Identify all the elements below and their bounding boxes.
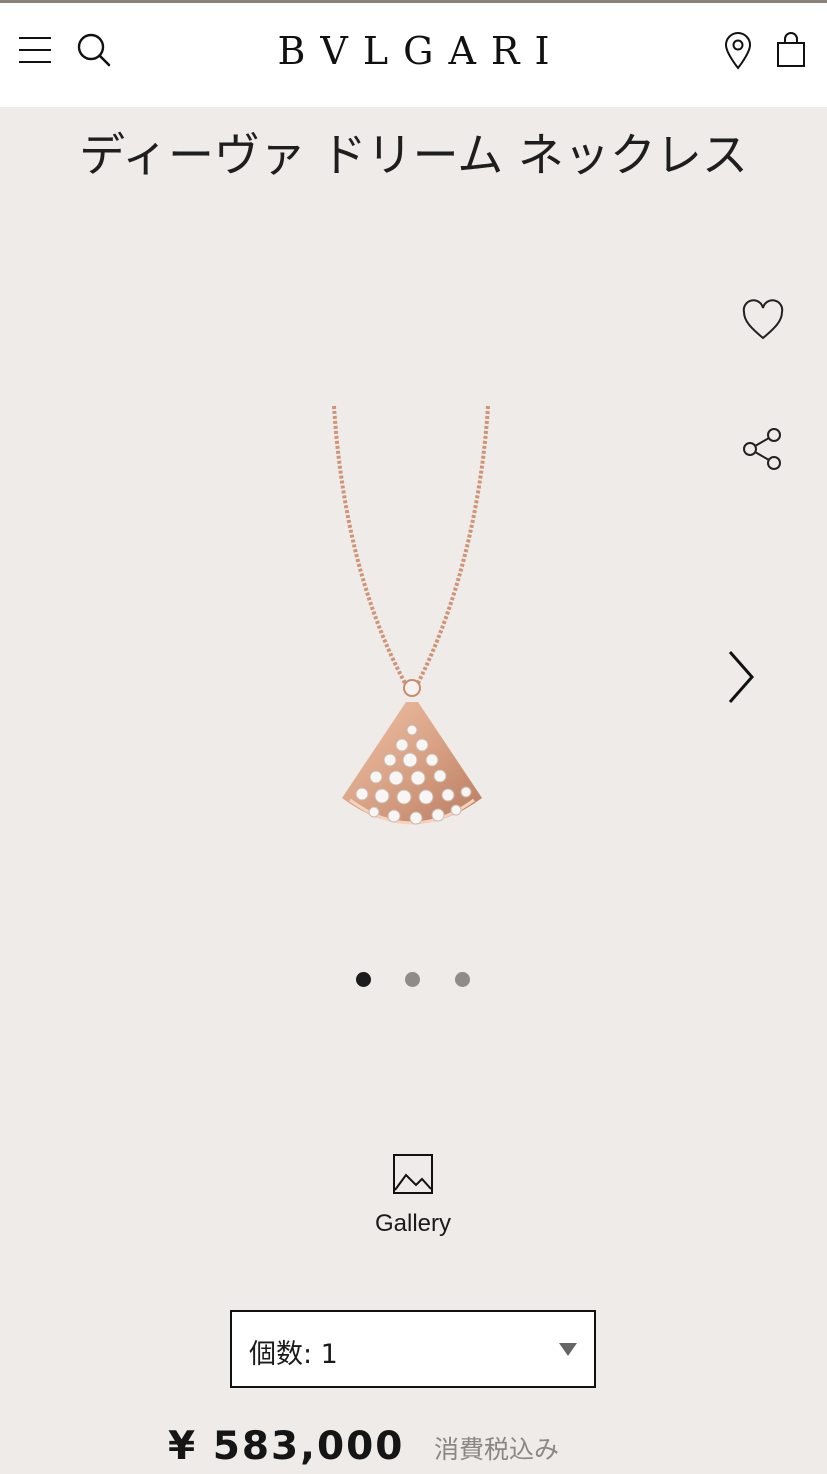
gallery-button[interactable]: Gallery — [352, 1150, 474, 1250]
quantity-label: 個数: 1 — [249, 1339, 338, 1370]
caret-down-icon — [559, 1343, 577, 1356]
share-icon[interactable] — [742, 427, 784, 475]
product-title: ディーヴァ ドリーム ネックレス — [79, 128, 748, 182]
tax-note: 消費税込み — [434, 1435, 560, 1464]
product-image[interactable] — [320, 400, 510, 854]
shopping-bag-icon[interactable] — [776, 32, 806, 72]
gallery-label: Gallery — [374, 1210, 452, 1237]
price: ¥ 583,000 — [168, 1424, 405, 1469]
carousel-indicators — [0, 972, 827, 992]
image-icon — [392, 1153, 434, 1199]
carousel-dot-3[interactable] — [455, 972, 470, 987]
carousel-dot-1[interactable] — [356, 972, 371, 987]
site-header: BVLGARI — [0, 3, 827, 107]
chevron-right-icon[interactable] — [726, 650, 756, 708]
brand-logo[interactable]: BVLGARI — [0, 29, 827, 73]
carousel-dot-2[interactable] — [405, 972, 420, 987]
quantity-select[interactable]: 個数: 1 — [230, 1310, 596, 1388]
heart-icon[interactable] — [741, 298, 785, 346]
location-pin-icon[interactable] — [724, 32, 752, 74]
